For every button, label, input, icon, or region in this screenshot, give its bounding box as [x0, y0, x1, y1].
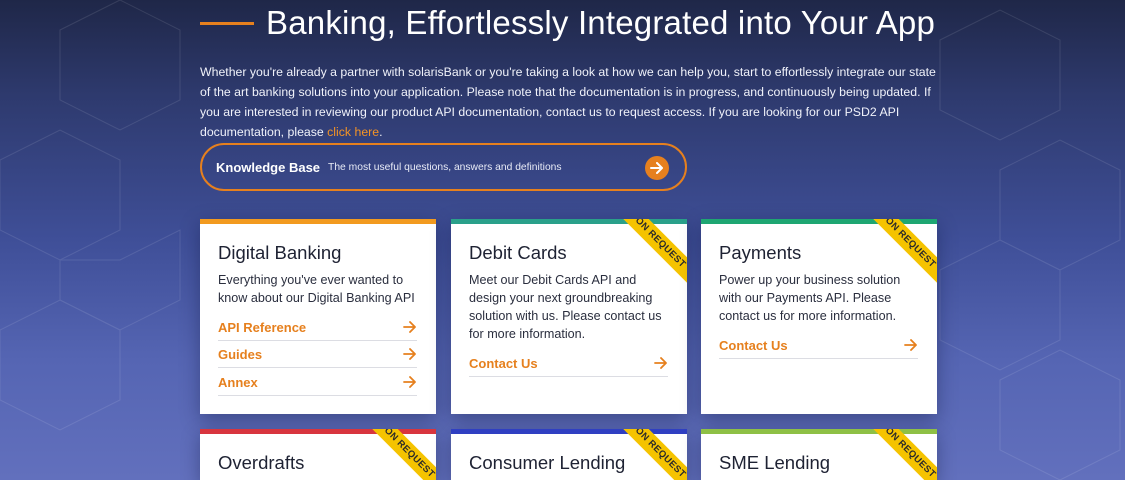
- knowledge-base-button[interactable]: Knowledge Base The most useful questions…: [200, 143, 687, 191]
- contact-us-link[interactable]: Contact Us: [719, 332, 918, 359]
- card-title: Overdrafts: [218, 452, 305, 473]
- hero-accent-line: [200, 21, 254, 25]
- link-label: Contact Us: [719, 337, 788, 353]
- card-description: Power up your business solution with our…: [719, 273, 901, 323]
- api-reference-link[interactable]: API Reference: [218, 314, 417, 341]
- card-digital-banking: Digital Banking Everything you've ever w…: [200, 219, 436, 414]
- link-label: Guides: [218, 346, 263, 362]
- card-consumer-lending: ON REQUEST Consumer Lending: [451, 429, 687, 480]
- knowledge-base-subtitle: The most useful questions, answers and d…: [328, 161, 562, 173]
- arrow-right-icon: [654, 357, 667, 369]
- on-request-ribbon: ON REQUEST: [363, 429, 436, 480]
- arrow-right-icon: [403, 348, 416, 360]
- card-title: Digital Banking: [218, 242, 342, 263]
- contact-us-link[interactable]: Contact Us: [469, 350, 668, 377]
- on-request-ribbon: ON REQUEST: [864, 429, 937, 480]
- annex-link[interactable]: Annex: [218, 369, 417, 396]
- arrow-right-icon: [904, 339, 917, 351]
- knowledge-base-title: Knowledge Base: [216, 159, 321, 175]
- hero-header: Banking, Effortlessly Integrated into Yo…: [200, 2, 935, 44]
- intro-paragraph: Whether you're already a partner with so…: [200, 62, 940, 142]
- card-title: Payments: [719, 242, 802, 263]
- card-description: Meet our Debit Cards API and design your…: [469, 273, 662, 341]
- on-request-ribbon: ON REQUEST: [614, 429, 687, 480]
- psd2-docs-link[interactable]: click here: [327, 125, 379, 139]
- card-debit-cards: ON REQUEST Debit Cards Meet our Debit Ca…: [451, 219, 687, 414]
- card-overdrafts: ON REQUEST Overdrafts: [200, 429, 436, 480]
- arrow-right-icon: [403, 376, 416, 388]
- link-label: Contact Us: [469, 355, 538, 371]
- link-label: Annex: [218, 374, 258, 390]
- card-color-bar: [200, 219, 436, 224]
- card-description: Everything you've ever wanted to know ab…: [218, 273, 415, 305]
- card-title: SME Lending: [719, 452, 831, 473]
- link-label: API Reference: [218, 319, 307, 335]
- card-title: Debit Cards: [469, 242, 567, 263]
- intro-text: Whether you're already a partner with so…: [200, 65, 936, 139]
- guides-link[interactable]: Guides: [218, 341, 417, 368]
- card-sme-lending: ON REQUEST SME Lending: [701, 429, 937, 480]
- intro-tail: .: [379, 125, 383, 139]
- page-title: Banking, Effortlessly Integrated into Yo…: [266, 4, 936, 41]
- card-title: Consumer Lending: [469, 452, 626, 473]
- arrow-right-circle-icon[interactable]: [645, 156, 669, 180]
- arrow-right-icon: [403, 321, 416, 333]
- card-payments: ON REQUEST Payments Power up your busine…: [701, 219, 937, 414]
